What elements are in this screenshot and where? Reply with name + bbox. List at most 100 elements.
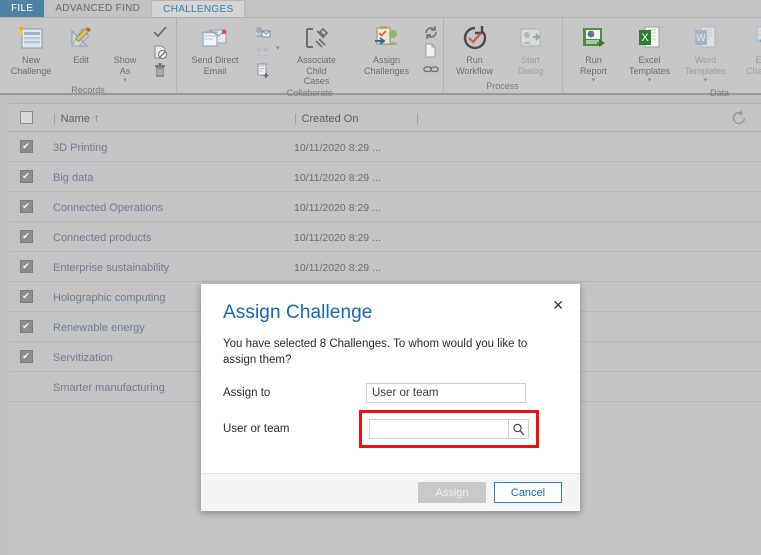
column-header-name[interactable]: | Name ↑ (43, 109, 286, 127)
activate-button[interactable] (151, 24, 169, 41)
record-name-link[interactable]: Connected products (53, 232, 151, 244)
tab-advanced-find[interactable]: ADVANCED FIND (44, 0, 151, 17)
dialog-description: You have selected 8 Challenges. To whom … (223, 338, 528, 366)
collaborate-chevron-icon[interactable]: ▾ (276, 44, 280, 52)
close-icon[interactable]: ✕ (552, 298, 564, 312)
collaborate-small-buttons (250, 22, 276, 79)
row-checkbox[interactable] (9, 170, 43, 183)
run-report-button[interactable]: Run Report ▾ (566, 22, 622, 85)
row-checkbox[interactable] (9, 140, 43, 153)
share-button[interactable] (254, 43, 272, 60)
assign-challenges-icon (372, 23, 402, 53)
record-name-link[interactable]: Servitization (53, 352, 113, 364)
show-as-button[interactable]: Show As ▾ (103, 22, 147, 85)
tab-file[interactable]: FILE (0, 0, 45, 17)
row-checkbox[interactable] (9, 200, 43, 213)
send-direct-email-icon (200, 23, 230, 53)
record-name-link[interactable]: Big data (53, 172, 93, 184)
edit-button[interactable]: Edit (59, 22, 103, 67)
lookup-highlight-annotation (359, 410, 539, 448)
new-challenge-label: New Challenge (10, 55, 52, 76)
user-or-team-lookup[interactable] (369, 419, 529, 439)
associate-child-cases-label: Associate Child Cases (297, 55, 337, 86)
excel-templates-button[interactable]: X Excel Templates ▾ (622, 22, 678, 85)
column-header-created-on-label: Created On (301, 112, 359, 125)
connect-button[interactable] (254, 24, 272, 41)
assign-to-label: Assign to (223, 386, 271, 399)
record-name-link[interactable]: Enterprise sustainability (53, 262, 169, 274)
checkbox-checked-icon (19, 260, 33, 273)
send-direct-email-button[interactable]: Send Direct Email (180, 22, 250, 77)
table-row[interactable]: Enterprise sustainability 10/11/2020 8:29… (9, 252, 761, 282)
show-as-icon (114, 23, 136, 53)
new-record-icon (17, 23, 45, 53)
run-workflow-label: Run Workflow (456, 55, 493, 76)
row-checkbox[interactable] (9, 380, 43, 393)
start-dialog-label: Start Dialog (517, 55, 544, 76)
tab-bar-faint-text: ··· ··· (686, 8, 705, 17)
record-name-link[interactable]: Holographic computing (53, 292, 166, 304)
start-dialog-button[interactable]: Start Dialog (503, 22, 559, 77)
add-to-queue-button[interactable] (254, 62, 272, 79)
application-window: FILE ADVANCED FIND CHALLENGES ··· ··· Ne… (0, 0, 761, 555)
assign-challenge-dialog: ✕ Assign Challenge You have selected 8 C… (201, 284, 580, 511)
row-checkbox[interactable] (9, 320, 43, 333)
sort-ascending-icon: ↑ (93, 113, 99, 124)
cell-created-on: 10/11/2020 8:29 ... (286, 138, 416, 156)
row-checkbox[interactable] (9, 260, 43, 273)
excel-templates-icon: X (637, 23, 663, 53)
table-row[interactable]: Connected Operations 10/11/2020 8:29 ... (9, 192, 761, 222)
row-checkbox[interactable] (9, 290, 43, 303)
document-button[interactable] (422, 42, 440, 59)
row-checkbox[interactable] (9, 350, 43, 363)
ribbon-toolbar: New Challenge Edit Show As ▾ Records Sen… (0, 18, 761, 98)
refresh-icon[interactable] (731, 110, 747, 126)
send-direct-email-label: Send Direct Email (191, 55, 239, 76)
search-icon[interactable] (508, 420, 528, 438)
deactivate-button[interactable] (151, 43, 169, 60)
chevron-down-icon[interactable]: ▾ (123, 76, 127, 84)
record-name-link[interactable]: Renewable energy (53, 322, 145, 334)
new-challenge-button[interactable]: New Challenge (3, 22, 59, 77)
cell-name: 3D Printing (43, 138, 286, 156)
table-row[interactable]: Big data 10/11/2020 8:29 ... (9, 162, 761, 192)
cell-created-on: 10/11/2020 8:29 ... (286, 198, 416, 216)
ribbon-group-data-label: Data (710, 87, 730, 98)
cell-name: Big data (43, 168, 286, 186)
cell-created-on: 10/11/2020 8:29 ... (286, 168, 416, 186)
word-templates-button[interactable]: W Word Templates ▾ (678, 22, 734, 85)
chevron-down-icon[interactable]: ▾ (704, 76, 708, 84)
assign-to-select[interactable]: User or team (366, 382, 526, 403)
svg-text:W: W (696, 33, 706, 44)
record-name-link[interactable]: 3D Printing (53, 142, 107, 154)
table-row[interactable]: Connected products 10/11/2020 8:29 ... (9, 222, 761, 252)
export-challenges-button[interactable]: X Export Challenges ▾ (734, 22, 761, 85)
cell-created-on: 10/11/2020 8:29 ... (286, 228, 416, 246)
assign-button[interactable]: Assign (418, 482, 486, 503)
column-divider-end: | (416, 110, 420, 125)
column-divider: | (53, 110, 57, 125)
chevron-down-icon[interactable]: ▾ (592, 76, 596, 84)
cancel-button[interactable]: Cancel (494, 482, 562, 503)
assign-challenges-button[interactable]: Assign Challenges (352, 22, 422, 77)
link-button[interactable] (422, 60, 440, 77)
record-name-link[interactable]: Connected Operations (53, 202, 163, 214)
associate-child-cases-button[interactable]: Associate Child Cases (282, 22, 352, 88)
row-checkbox[interactable] (9, 230, 43, 243)
show-as-label: Show As (113, 55, 137, 76)
chevron-down-icon[interactable]: ▾ (648, 76, 652, 84)
edit-label: Edit (73, 55, 89, 65)
tab-file-label: FILE (11, 3, 34, 14)
tab-challenges[interactable]: CHALLENGES (151, 0, 246, 17)
record-name-link[interactable]: Smarter manufacturing (53, 382, 165, 394)
delete-button[interactable] (151, 62, 169, 79)
table-row[interactable]: 3D Printing 10/11/2020 8:29 ... (9, 132, 761, 162)
user-or-team-input[interactable] (370, 420, 508, 438)
select-all-checkbox[interactable] (9, 111, 43, 124)
assign-to-row: Assign to User or team (223, 382, 558, 403)
created-on-value: 10/11/2020 8:29 ... (294, 231, 381, 244)
column-header-created-on[interactable]: | Created On (286, 109, 416, 127)
checkbox-checked-icon (19, 230, 33, 243)
run-workflow-button[interactable]: Run Workflow (447, 22, 503, 77)
sync-button[interactable] (422, 24, 440, 41)
